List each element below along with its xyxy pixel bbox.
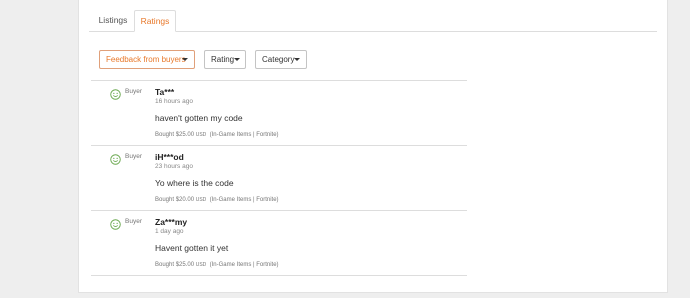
review-item: Buyer Za***my 1 day ago Havent gotten it… xyxy=(91,210,467,276)
reviewer-role: Buyer xyxy=(125,153,142,160)
review-time: 1 day ago xyxy=(155,228,184,235)
purchase-currency: USD xyxy=(195,132,207,138)
bought-label: Bought xyxy=(155,197,175,203)
review-time: 23 hours ago xyxy=(155,163,193,170)
purchase-category: (In-Game Items | Fortnite) xyxy=(209,262,279,268)
review-list: Buyer Ta*** 16 hours ago haven't gotten … xyxy=(91,80,467,276)
purchase-info: Bought $25.00 USD (In-Game Items | Fortn… xyxy=(155,262,279,268)
category-filter-dropdown[interactable]: Category xyxy=(255,50,307,69)
reviewer-role: Buyer xyxy=(125,88,142,95)
purchase-info: Bought $25.00 USD (In-Game Items | Fortn… xyxy=(155,132,279,138)
caret-down-icon xyxy=(294,58,300,61)
review-comment: Yo where is the code xyxy=(155,178,234,188)
purchase-category: (In-Game Items | Fortnite) xyxy=(209,132,279,138)
review-time: 16 hours ago xyxy=(155,98,193,105)
caret-down-icon xyxy=(182,58,188,61)
tab-bar: Listings Ratings xyxy=(89,10,657,32)
reviewer-name: Za***my xyxy=(155,217,188,227)
purchase-info: Bought $20.00 USD (In-Game Items | Fortn… xyxy=(155,197,279,203)
ratings-panel: Listings Ratings Feedback from buyers Ra… xyxy=(78,0,668,293)
purchase-amount: $20.00 xyxy=(175,197,195,203)
review-comment: haven't gotten my code xyxy=(155,113,243,123)
feedback-filter-dropdown[interactable]: Feedback from buyers xyxy=(99,50,195,69)
reviewer-role: Buyer xyxy=(125,218,142,225)
category-filter-label: Category xyxy=(262,55,295,64)
purchase-currency: USD xyxy=(195,197,207,203)
bought-label: Bought xyxy=(155,262,175,268)
smiley-face-icon xyxy=(110,89,121,100)
bought-label: Bought xyxy=(155,132,175,138)
purchase-category: (In-Game Items | Fortnite) xyxy=(209,197,279,203)
rating-filter-label: Rating xyxy=(211,55,235,64)
purchase-amount: $25.00 xyxy=(175,262,195,268)
smiley-face-icon xyxy=(110,154,121,165)
tab-listings[interactable]: Listings xyxy=(91,10,135,31)
rating-filter-dropdown[interactable]: Rating xyxy=(204,50,246,69)
caret-down-icon xyxy=(234,58,240,61)
review-item: Buyer Ta*** 16 hours ago haven't gotten … xyxy=(91,80,467,145)
reviewer-name: Ta*** xyxy=(155,87,175,97)
feedback-filter-label: Feedback from buyers xyxy=(106,55,186,64)
review-comment: Havent gotten it yet xyxy=(155,243,229,253)
tab-ratings[interactable]: Ratings xyxy=(134,10,176,32)
reviewer-name: iH***od xyxy=(155,152,184,162)
smiley-face-icon xyxy=(110,219,121,230)
purchase-amount: $25.00 xyxy=(175,132,195,138)
review-item: Buyer iH***od 23 hours ago Yo where is t… xyxy=(91,145,467,210)
purchase-currency: USD xyxy=(195,262,207,268)
